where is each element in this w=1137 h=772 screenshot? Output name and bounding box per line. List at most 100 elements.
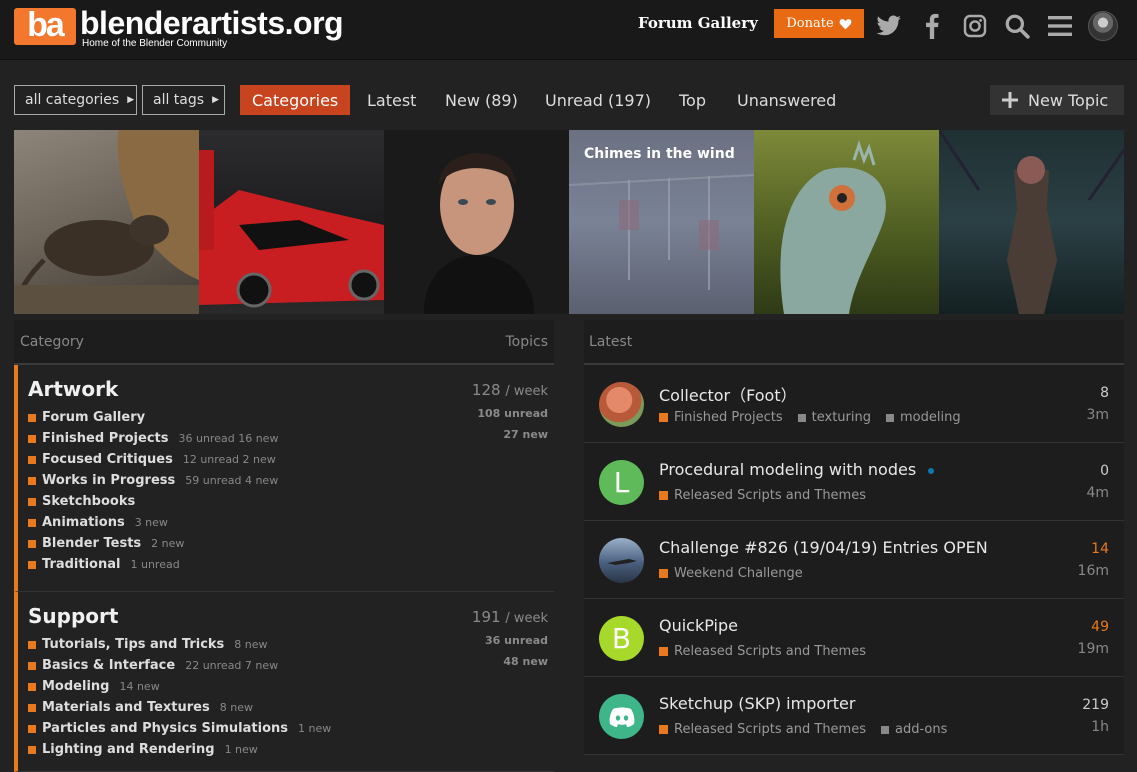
tag-label: add-ons <box>895 722 948 737</box>
featured-caption: Chimes in the wind <box>584 146 735 162</box>
subcategory-name: Forum Gallery <box>42 410 146 425</box>
topic-reply-count[interactable]: 0 <box>1100 463 1109 479</box>
topic-title[interactable]: QuickPipe <box>659 616 738 635</box>
categories-panel: Category Topics Artwork 128 / week 108 u… <box>14 320 554 772</box>
tab-latest[interactable]: Latest <box>367 85 416 115</box>
topic-reply-count[interactable]: 8 <box>1100 385 1109 401</box>
twitter-icon[interactable] <box>875 12 903 40</box>
subcategory-item[interactable]: Particles and Physics Simulations 1 new <box>28 718 554 739</box>
category-badge-icon <box>659 725 668 734</box>
tab-categories[interactable]: Categories <box>240 85 351 115</box>
subcategory-meta: 22 unread 7 new <box>185 659 279 672</box>
category-support: Support 191 / week 36 unread 48 new Tuto… <box>14 592 554 772</box>
subcategory-item[interactable]: Modeling 14 new <box>28 676 554 697</box>
topic-age[interactable]: 16m <box>1078 563 1109 579</box>
topic-avatar[interactable] <box>599 694 644 739</box>
topic-category[interactable]: Released Scripts and Themes <box>674 644 866 659</box>
topic-title[interactable]: Collector（Foot） <box>659 382 797 406</box>
topic-reply-count[interactable]: 49 <box>1091 619 1109 635</box>
topic-tag[interactable]: add-ons <box>881 722 947 737</box>
featured-image-rat[interactable] <box>14 130 199 314</box>
new-topic-label: New Topic <box>1028 90 1109 110</box>
topic-avatar[interactable] <box>599 538 644 583</box>
subcategory-meta: 3 new <box>134 516 168 529</box>
topic-title[interactable]: Procedural modeling with nodes <box>659 460 935 479</box>
site-logo[interactable]: ba blenderartists.org Home of the Blende… <box>14 7 344 49</box>
topic-avatar[interactable]: L <box>599 460 644 505</box>
topic-meta: Released Scripts and Themes <box>659 488 866 503</box>
tag-label: texturing <box>811 410 871 425</box>
tab-unanswered[interactable]: Unanswered <box>737 85 836 115</box>
topic-avatar[interactable] <box>599 382 644 427</box>
topic-age[interactable]: 19m <box>1078 641 1109 657</box>
subcategory-item[interactable]: Blender Tests 2 new <box>28 533 554 554</box>
tab-unread[interactable]: Unread (197) <box>545 85 651 115</box>
all-categories-label: all categories <box>25 92 120 108</box>
discord-icon <box>609 707 634 727</box>
topic-title[interactable]: Challenge #826 (19/04/19) Entries OPEN <box>659 538 988 557</box>
subcategory-item[interactable]: Animations 3 new <box>28 512 554 533</box>
plus-icon <box>1002 92 1018 108</box>
instagram-icon[interactable] <box>961 12 989 40</box>
category-badge-icon <box>659 491 668 500</box>
subcategory-item[interactable]: Materials and Textures 8 new <box>28 697 554 718</box>
topic-title[interactable]: Sketchup (SKP) importer <box>659 694 855 713</box>
topic-category[interactable]: Finished Projects <box>674 410 783 425</box>
topic-age[interactable]: 3m <box>1086 407 1109 423</box>
category-badge-icon <box>659 569 668 578</box>
subcategory-meta: 36 unread 16 new <box>178 432 279 445</box>
subcategory-name: Particles and Physics Simulations <box>42 721 288 736</box>
user-avatar[interactable] <box>1088 11 1118 41</box>
facebook-icon[interactable] <box>918 12 946 40</box>
week-label: / week <box>505 384 548 399</box>
topic-category[interactable]: Released Scripts and Themes <box>674 488 866 503</box>
subcategory-item[interactable]: Lighting and Rendering 1 new <box>28 739 554 760</box>
new-count[interactable]: 27 new <box>472 428 548 441</box>
topics-column-header: Topics <box>505 333 548 350</box>
all-tags-dropdown[interactable]: all tags ▶ <box>142 85 225 115</box>
topic-age[interactable]: 1h <box>1091 719 1109 735</box>
category-badge-icon <box>659 413 668 422</box>
category-stats: 191 / week 36 unread 48 new <box>472 608 548 668</box>
tab-new[interactable]: New (89) <box>445 85 518 115</box>
all-categories-dropdown[interactable]: all categories ▶ <box>14 85 137 115</box>
week-count: 191 <box>471 608 501 626</box>
topic-tag[interactable]: texturing <box>797 410 871 425</box>
new-count[interactable]: 48 new <box>472 655 548 668</box>
topic-tag[interactable]: modeling <box>886 410 961 425</box>
category-artwork: Artwork 128 / week 108 unread 27 new For… <box>14 365 554 592</box>
subcategory-meta: 2 new <box>151 537 185 550</box>
featured-image-chimes[interactable]: Chimes in the wind <box>569 130 754 314</box>
unread-count[interactable]: 36 unread <box>472 634 548 647</box>
site-header: ba blenderartists.org Home of the Blende… <box>0 0 1137 60</box>
tab-top[interactable]: Top <box>679 85 706 115</box>
search-icon[interactable] <box>1003 12 1031 40</box>
topic-avatar[interactable]: B <box>599 616 644 661</box>
subcategory-name: Traditional <box>42 557 121 572</box>
topic-age[interactable]: 4m <box>1086 485 1109 501</box>
topic-reply-count[interactable]: 219 <box>1082 697 1109 713</box>
unread-count[interactable]: 108 unread <box>472 407 548 420</box>
subcategory-item[interactable]: Works in Progress 59 unread 4 new <box>28 470 554 491</box>
subcategory-name: Basics & Interface <box>42 658 176 673</box>
donate-button[interactable]: Donate <box>774 9 864 38</box>
new-topic-button[interactable]: New Topic <box>990 85 1124 115</box>
topic-category[interactable]: Released Scripts and Themes <box>674 722 866 737</box>
subcategory-item[interactable]: Focused Critiques 12 unread 2 new <box>28 449 554 470</box>
forum-gallery-link[interactable]: Forum Gallery <box>638 14 758 32</box>
topic-category[interactable]: Weekend Challenge <box>674 566 803 581</box>
featured-image-car[interactable] <box>199 130 384 314</box>
subcategory-item[interactable]: Sketchbooks <box>28 491 554 512</box>
category-stats: 128 / week 108 unread 27 new <box>472 381 548 441</box>
topic-row: Collector（Foot） Finished Projects textur… <box>584 365 1124 443</box>
topic-reply-count[interactable]: 14 <box>1091 541 1109 557</box>
featured-image-creature[interactable] <box>939 130 1124 314</box>
featured-image-iguana[interactable] <box>754 130 939 314</box>
subcategory-meta: 1 unread <box>130 558 180 571</box>
featured-image-portrait[interactable] <box>384 130 569 314</box>
week-label: / week <box>505 611 548 626</box>
subcategory-item[interactable]: Traditional 1 unread <box>28 554 554 575</box>
subcategory-name: Focused Critiques <box>42 452 173 467</box>
hamburger-icon[interactable] <box>1046 12 1074 40</box>
new-topic-dot-icon <box>928 467 935 474</box>
